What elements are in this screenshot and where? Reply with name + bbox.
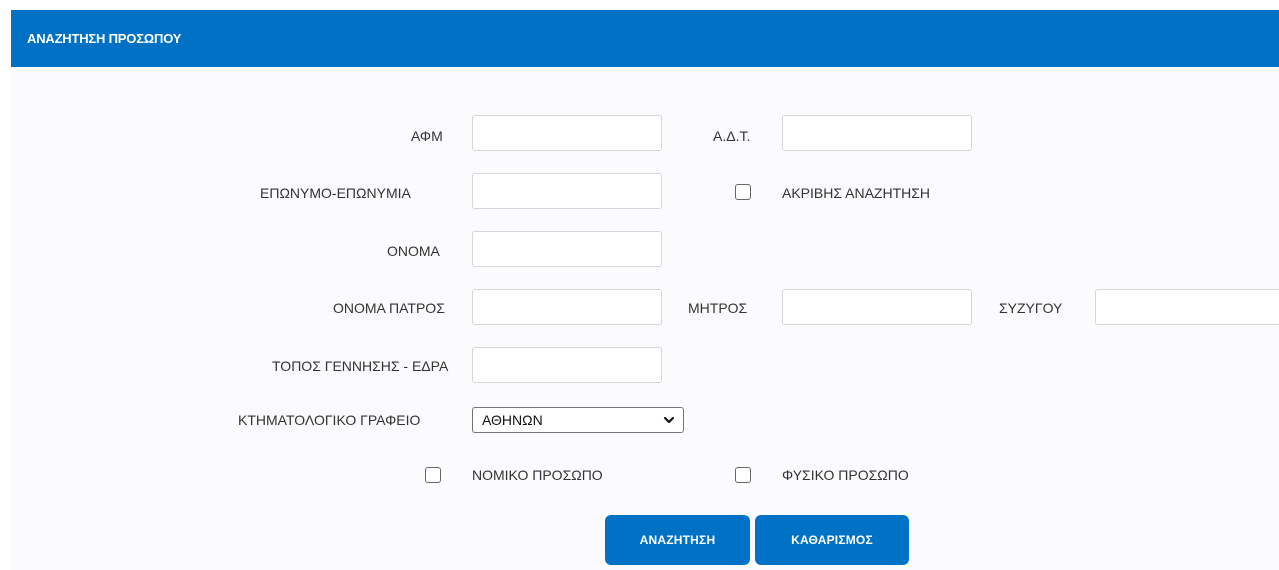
chevron-down-icon: [663, 416, 675, 424]
legal-entity-checkbox[interactable]: [425, 467, 441, 483]
father-name-label: ΟΝΟΜΑ ΠΑΤΡΟΣ: [333, 300, 445, 316]
birthplace-label: ΤΟΠΟΣ ΓΕΝΝΗΣΗΣ - ΕΔΡΑ: [272, 358, 449, 374]
search-button[interactable]: ΑΝΑΖΗΤΗΣΗ: [605, 515, 750, 565]
natural-person-label: ΦΥΣΙΚΟ ΠΡΟΣΩΠΟ: [782, 467, 909, 483]
afm-input[interactable]: [472, 115, 662, 151]
page: ΑΝΑΖΗΤΗΣΗ ΠΡΟΣΩΠΟΥ ΑΦΜ Α.Δ.Τ. ΕΠΩΝΥΜΟ-ΕΠ…: [0, 0, 1279, 570]
spouse-name-input[interactable]: [1095, 289, 1279, 325]
birthplace-input[interactable]: [472, 347, 662, 383]
father-name-input[interactable]: [472, 289, 662, 325]
cadastral-office-selected: ΑΘΗΝΩΝ: [482, 412, 543, 428]
legal-entity-label: ΝΟΜΙΚΟ ΠΡΟΣΩΠΟ: [472, 467, 603, 483]
mother-name-input[interactable]: [782, 289, 972, 325]
spouse-name-label: ΣΥΖΥΓΟΥ: [999, 300, 1063, 316]
mother-name-label: ΜΗΤΡΟΣ: [688, 300, 748, 316]
afm-label: ΑΦΜ: [411, 128, 443, 144]
name-input[interactable]: [472, 231, 662, 267]
surname-input[interactable]: [472, 173, 662, 209]
cadastral-office-select[interactable]: ΑΘΗΝΩΝ: [472, 407, 684, 433]
exact-search-checkbox[interactable]: [735, 184, 751, 200]
natural-person-checkbox[interactable]: [735, 467, 751, 483]
clear-button[interactable]: ΚΑΘΑΡΙΣΜΟΣ: [755, 515, 909, 565]
cadastral-office-label: ΚΤΗΜΑΤΟΛΟΓΙΚΟ ΓΡΑΦΕΙΟ: [238, 412, 421, 428]
surname-label: ΕΠΩΝΥΜΟ-ΕΠΩΝΥΜΙΑ: [260, 185, 411, 201]
panel-header: ΑΝΑΖΗΤΗΣΗ ΠΡΟΣΩΠΟΥ: [11, 10, 1279, 67]
page-title: ΑΝΑΖΗΤΗΣΗ ΠΡΟΣΩΠΟΥ: [27, 31, 182, 46]
adt-input[interactable]: [782, 115, 972, 151]
name-label: ΟΝΟΜΑ: [387, 243, 440, 259]
adt-label: Α.Δ.Τ.: [713, 128, 751, 144]
exact-search-label: ΑΚΡΙΒΗΣ ΑΝΑΖΗΤΗΣΗ: [782, 185, 930, 201]
